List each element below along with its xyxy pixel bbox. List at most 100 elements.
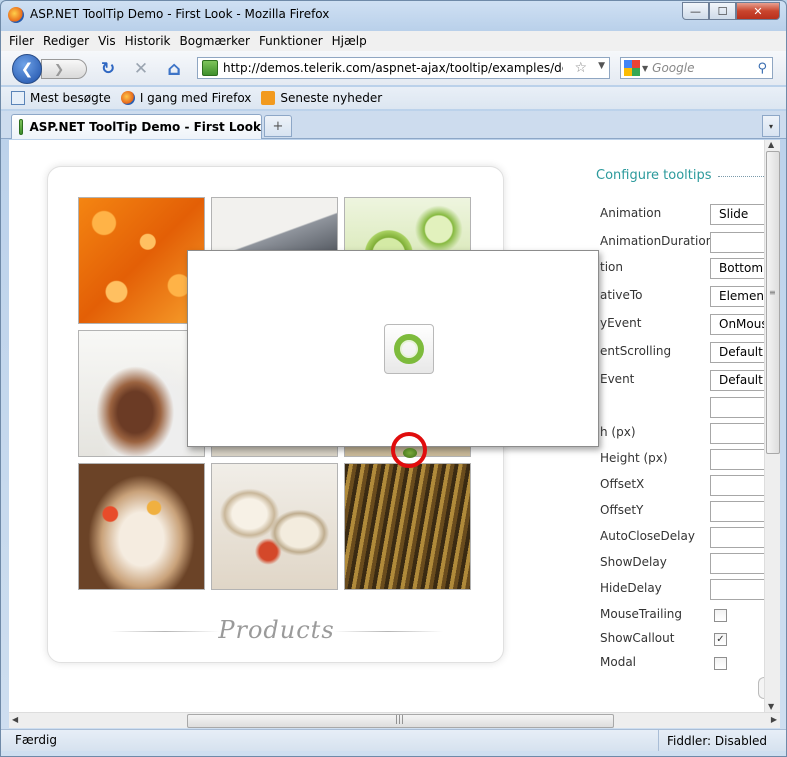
product-image-clams[interactable] [211, 463, 338, 590]
hide-delay-input[interactable] [710, 579, 764, 600]
show-callout-checkbox[interactable]: ✓ [714, 633, 727, 646]
animation-duration-input[interactable] [710, 232, 764, 253]
google-engine-icon[interactable] [624, 60, 640, 76]
stop-icon[interactable]: ✕ [131, 59, 151, 79]
bookmark-label: Mest besøgte [30, 91, 111, 105]
menu-historik[interactable]: Historik [125, 34, 171, 48]
width-input[interactable] [710, 423, 764, 444]
menu-hjaelp[interactable]: Hjælp [332, 34, 367, 48]
config-row-offset-x: OffsetX [600, 475, 764, 497]
config-row-offset-y: OffsetY [600, 501, 764, 523]
new-tab-button[interactable]: + [264, 115, 292, 137]
config-label: OffsetY [600, 503, 644, 517]
config-row-content-scrolling: entScrolling Default [600, 342, 764, 364]
bookmark-getting-started[interactable]: I gang med Firefox [120, 91, 251, 105]
product-image-caviar[interactable] [78, 197, 205, 324]
scroll-left-icon[interactable]: ◀ [12, 715, 18, 724]
title-bar[interactable]: ASP.NET ToolTip Demo - First Look - Mozi… [1, 1, 786, 29]
url-text[interactable]: http://demos.telerik.com/aspnet-ajax/too… [223, 61, 563, 75]
product-image-sushi[interactable] [78, 463, 205, 590]
config-input[interactable] [710, 397, 764, 418]
reload-icon[interactable]: ↻ [98, 59, 118, 79]
search-icon[interactable]: ⚲ [757, 61, 767, 76]
height-input[interactable] [710, 449, 764, 470]
scroll-right-icon[interactable]: ▶ [771, 715, 777, 724]
horizontal-scroll-thumb[interactable]: ||| [187, 714, 614, 728]
forward-button[interactable]: ❯ [41, 59, 87, 79]
list-all-tabs-button[interactable]: ▾ [762, 115, 780, 137]
scroll-up-icon[interactable]: ▲ [768, 140, 774, 149]
product-image-meat-plate[interactable] [78, 330, 205, 457]
config-label: Event [600, 372, 635, 386]
horizontal-scrollbar[interactable]: ◀ ||| ▶ [9, 712, 780, 728]
offset-y-input[interactable] [710, 501, 764, 522]
config-label: tion [600, 260, 623, 274]
fiddler-status[interactable]: Fiddler: Disabled [658, 730, 767, 751]
mouse-trailing-checkbox[interactable] [714, 609, 727, 622]
content-scrolling-select[interactable]: Default [710, 342, 764, 363]
tab-active[interactable]: ASP.NET ToolTip Demo - First Look [11, 114, 262, 139]
config-label: ShowDelay [600, 555, 667, 569]
configure-title: Configure tooltips [596, 168, 712, 183]
divider [718, 176, 764, 177]
config-row-width: h (px) [600, 423, 764, 445]
show-delay-input[interactable] [710, 553, 764, 574]
auto-close-delay-input[interactable] [710, 527, 764, 548]
back-button[interactable]: ❮ [12, 54, 42, 84]
bookmark-star-icon[interactable]: ☆ [574, 60, 587, 76]
config-row-show-event: yEvent OnMous [600, 314, 764, 336]
menu-filer[interactable]: Filer [9, 34, 34, 48]
status-text: Færdig [15, 733, 57, 747]
search-input[interactable]: Google [652, 61, 757, 75]
config-label: entScrolling [600, 344, 672, 358]
tooltip-popup[interactable] [187, 250, 599, 447]
position-select[interactable]: Bottom [710, 258, 764, 279]
scroll-down-icon[interactable]: ▼ [768, 702, 774, 711]
highlight-circle [391, 432, 427, 468]
menu-funktioner[interactable]: Funktioner [259, 34, 323, 48]
config-label: MouseTrailing [600, 607, 683, 621]
home-icon[interactable]: ⌂ [164, 58, 184, 80]
products-label: Products [218, 616, 335, 644]
show-event-select[interactable]: OnMous [710, 314, 764, 335]
menu-rediger[interactable]: Rediger [43, 34, 89, 48]
address-bar[interactable]: http://demos.telerik.com/aspnet-ajax/too… [197, 57, 610, 79]
menu-bogmaerker[interactable]: Bogmærker [180, 34, 250, 48]
bookmark-most-visited[interactable]: Mest besøgte [11, 91, 111, 105]
config-row-height: Height (px) [600, 449, 764, 471]
engine-dropdown-icon[interactable]: ▼ [642, 64, 648, 73]
vertical-scroll-thumb[interactable] [766, 151, 780, 454]
menu-vis[interactable]: Vis [98, 34, 116, 48]
firefox-icon [8, 7, 24, 23]
config-row-animation-duration: AnimationDuration [600, 232, 764, 254]
scroll-grip-icon: ≡ [769, 288, 776, 297]
bookmark-latest-news[interactable]: Seneste nyheder [261, 91, 382, 105]
hide-event-select[interactable]: Default [710, 370, 764, 391]
modal-checkbox[interactable] [714, 657, 727, 670]
config-row-animation: Animation Slide [600, 204, 764, 226]
product-image-golden-fish[interactable] [344, 463, 471, 590]
config-label: h (px) [600, 425, 636, 439]
url-history-dropdown-icon[interactable]: ▼ [598, 61, 605, 71]
loading-spinner-icon [394, 334, 424, 364]
animation-select[interactable]: Slide [710, 204, 764, 225]
relative-to-select[interactable]: Element [710, 286, 764, 307]
search-box[interactable]: ▼ Google ⚲ [620, 57, 773, 79]
config-label: ativeTo [600, 288, 643, 302]
bookmarks-toolbar: Mest besøgte I gang med Firefox Seneste … [1, 87, 786, 109]
vertical-scrollbar[interactable]: ▲ ≡ ▼ [764, 140, 780, 712]
config-label: Animation [600, 206, 662, 220]
config-label: yEvent [600, 316, 642, 330]
config-row-hidden [600, 397, 764, 419]
offset-x-input[interactable] [710, 475, 764, 496]
close-button[interactable]: ✕ [736, 2, 780, 20]
config-label: AutoCloseDelay [600, 529, 695, 543]
config-label: AnimationDuration [600, 234, 714, 248]
config-row-mouse-trailing: MouseTrailing [600, 605, 764, 627]
firefox-icon [120, 91, 135, 105]
minimize-button[interactable]: — [682, 2, 709, 20]
maximize-button[interactable]: ☐ [709, 2, 736, 20]
window-controls: — ☐ ✕ [682, 2, 780, 20]
config-label: ShowCallout [600, 631, 675, 645]
site-favicon-icon [202, 60, 218, 76]
